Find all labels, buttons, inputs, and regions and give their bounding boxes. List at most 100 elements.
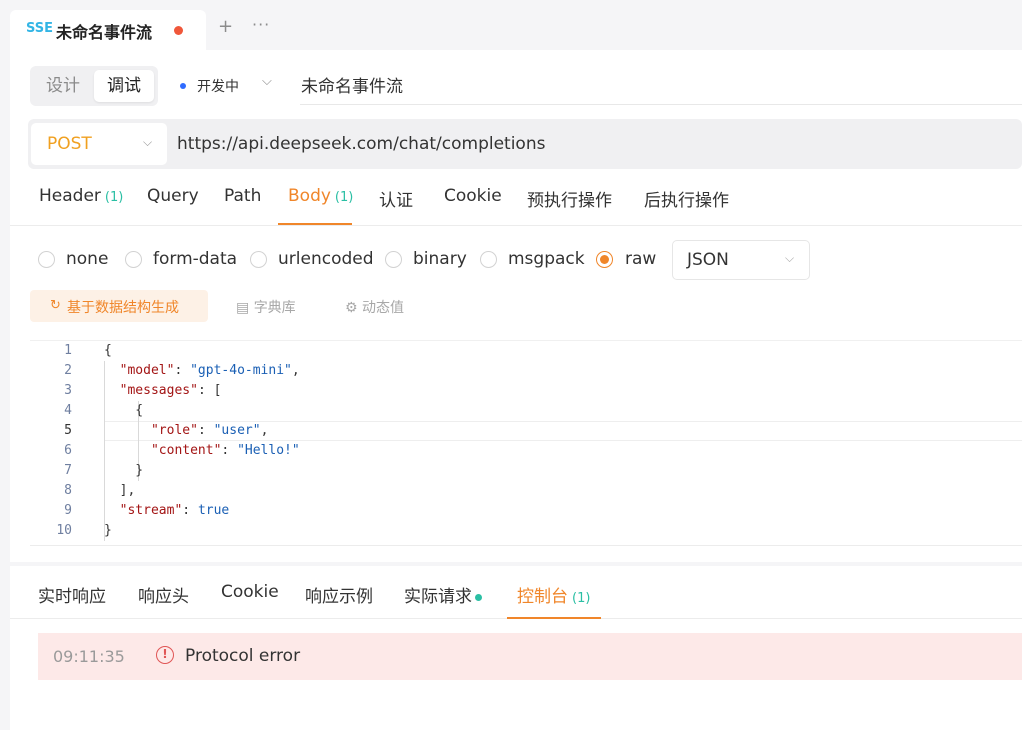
tab-response-headers[interactable]: 响应头 [138,582,189,607]
log-timestamp: 09:11:35 [53,647,125,666]
line-number: 8 [64,483,72,498]
dynamic-value-icon: ⚙ [345,300,363,316]
chevron-down-icon: ⌵ [143,135,153,149]
tab-label: Cookie [221,582,279,602]
radio-urlencoded[interactable] [250,251,267,268]
line-number: 10 [56,523,72,538]
tab-console[interactable]: 控制台 (1) [517,582,590,607]
code-token: : [ [197,383,222,398]
line-number: 1 [64,343,72,358]
api-name-input[interactable]: 未命名事件流 [301,72,403,97]
code-line: "messages": [ [104,381,222,401]
tab-label: Path [224,186,262,206]
tab-label: 实时响应 [38,587,106,607]
add-tab-button[interactable]: + [218,18,233,36]
console-log-row[interactable]: 09:11:35 ! Protocol error [38,633,1022,680]
method-label: POST [47,134,92,154]
url-input[interactable]: https://api.deepseek.com/chat/completion… [177,134,545,154]
dictionary-label: 字典库 [253,300,296,316]
tab-label: 响应头 [138,587,189,607]
status-label: 开发中 [197,79,239,95]
tab-realtime-response[interactable]: 实时响应 [38,582,106,607]
tab-header[interactable]: Header (1) [39,186,123,206]
tab-label: Body [288,186,331,206]
status-dot-icon [475,593,482,601]
document-tab-strip: SSE 未命名事件流 + ··· [0,0,1022,50]
document-tab[interactable]: SSE 未命名事件流 [10,10,206,50]
code-token: "messages" [119,383,198,398]
chevron-down-icon: ⌵ [785,251,795,265]
api-name-underline [300,104,1022,105]
tab-pre-script[interactable]: 预执行操作 [527,186,612,211]
unsaved-dot-icon [174,26,183,35]
radio-raw[interactable] [596,251,613,268]
response-tabs: 实时响应 响应头 Cookie 响应示例 实际请求 控制台 (1) [10,568,1022,619]
tab-body[interactable]: Body (1) [288,186,353,206]
tab-post-script[interactable]: 后执行操作 [644,186,729,211]
tab-label: Header [39,186,101,206]
code-token: "user" [213,423,261,438]
tab-response-examples[interactable]: 响应示例 [305,582,373,607]
code-token: "stream" [119,503,183,518]
tab-count: (1) [104,190,124,205]
method-select[interactable]: POST ⌵ [31,123,167,165]
status-dot-icon [180,83,186,89]
body-format-select[interactable]: JSON ⌵ [672,240,810,280]
tab-cookie[interactable]: Cookie [444,186,502,206]
body-type-group: none form-data urlencoded binary msgpack… [10,240,1022,280]
code-token: } [104,523,112,538]
line-number: 6 [64,443,72,458]
error-icon: ! [156,646,174,664]
body-code-editor[interactable]: 1 2 3 4 5 6 7 8 9 10 { "model": "gpt-4o-mini", "m… [30,340,1022,546]
dictionary-button[interactable]: ▤ 字典库 [236,297,296,317]
tab-label: Query [147,186,199,206]
tab-query[interactable]: Query [147,186,199,206]
code-line: "stream": true [104,501,230,521]
mode-toggle: 设计 调试 [30,66,158,106]
tab-auth[interactable]: 认证 [379,186,413,211]
more-tabs-button[interactable]: ··· [252,15,270,34]
radio-binary[interactable] [385,251,402,268]
dynamic-value-button[interactable]: ⚙ 动态值 [345,297,404,317]
code-token: } [104,463,144,478]
tab-label: 预执行操作 [527,191,612,211]
active-tab-indicator [507,617,601,619]
tab-path[interactable]: Path [224,186,261,206]
tab-label: 响应示例 [305,587,373,607]
code-line: { [104,401,143,421]
line-number-gutter: 1 2 3 4 5 6 7 8 9 10 [30,341,90,546]
tab-response-cookie[interactable]: Cookie [221,582,279,602]
tab-actual-request[interactable]: 实际请求 [404,582,482,607]
radio-label-none: none [66,249,109,269]
tab-count: (1) [572,591,591,606]
request-panel: 设计 调试 开发中 ⌵ 未命名事件流 POST ⌵ https://api.de… [10,50,1022,730]
line-number: 9 [64,503,72,518]
dynamic-label: 动态值 [362,300,405,316]
code-token: : [197,423,214,438]
tab-count: (1) [334,190,354,205]
refresh-icon: ↻ [50,298,61,313]
radio-form-data[interactable] [125,251,142,268]
radio-none[interactable] [38,251,55,268]
generate-from-schema-button[interactable]: ↻ 基于数据结构生成 [30,290,208,322]
mode-debug-button[interactable]: 调试 [94,70,154,102]
sse-badge: SSE [26,21,54,36]
dictionary-icon: ▤ [236,300,254,316]
tab-label: 认证 [379,191,413,211]
line-number: 4 [64,403,72,418]
code-token: "Hello!" [237,443,300,458]
radio-label-msgpack: msgpack [508,249,585,269]
radio-msgpack[interactable] [480,251,497,268]
code-token: "gpt-4o-mini" [190,363,292,378]
code-token: : [174,363,191,378]
code-token: "content" [150,443,222,458]
code-token: , [291,363,300,378]
radio-label-form-data: form-data [153,249,238,269]
mode-design-button[interactable]: 设计 [34,70,92,102]
code-line: { [104,341,112,361]
